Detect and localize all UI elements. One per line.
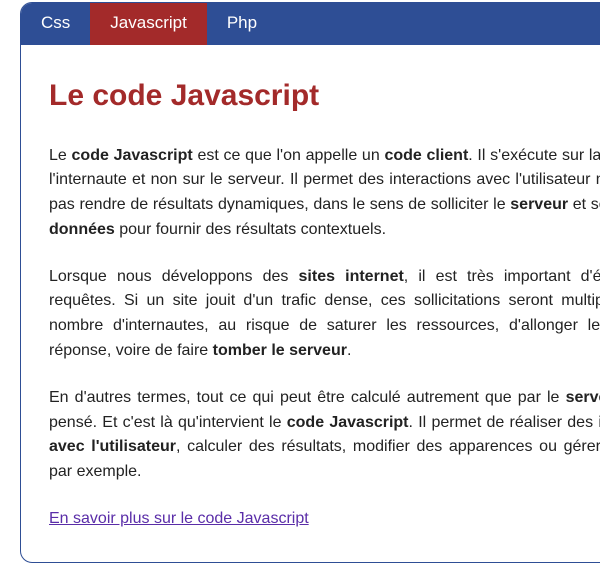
tab-javascript[interactable]: Javascript [90,3,207,45]
bold-text: code client [384,147,468,164]
paragraph-1: Le code Javascript est ce que l'on appel… [49,144,600,243]
bold-text: sites internet [299,268,404,285]
bold-text: serveur [510,196,568,213]
text: et ses [568,196,600,213]
text: Lorsque nous développons des [49,268,299,285]
bold-text: serveur [566,389,600,406]
text: Le [49,147,72,164]
text: . Il permet de réaliser des [409,414,599,431]
text: est ce que l'on appelle un [193,147,385,164]
paragraph-3: En d'autres termes, tout ce qui peut êtr… [49,386,600,485]
page-frame: Css Javascript Php Le code Javascript Le… [20,2,600,563]
tab-css[interactable]: Css [21,3,90,45]
page-title: Le code Javascript [49,73,600,120]
tab-content: Le code Javascript Le code Javascript es… [21,45,600,562]
bold-text: code Javascript [287,414,409,431]
paragraph-2: Lorsque nous développons des sites inter… [49,265,600,364]
learn-more-link[interactable]: En savoir plus sur le code Javascript [49,510,309,527]
text: En d'autres termes, tout ce qui peut êtr… [49,389,566,406]
tab-bar: Css Javascript Php [21,3,600,45]
text: . [347,342,351,359]
bold-text: code Javascript [72,147,193,164]
text: pour fournir des résultats contextuels. [115,221,386,238]
tab-php[interactable]: Php [207,3,277,45]
bold-text: tomber le serveur [213,342,347,359]
